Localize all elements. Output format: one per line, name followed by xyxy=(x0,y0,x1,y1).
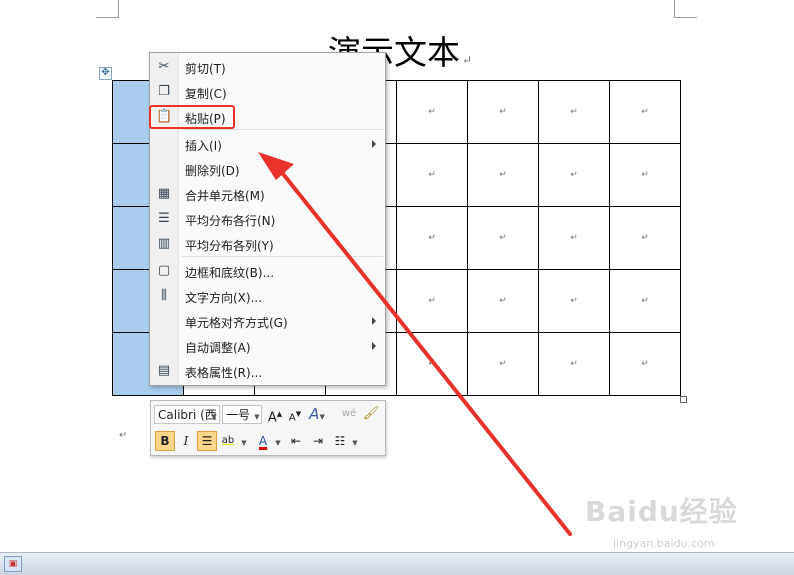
annotation-arrow xyxy=(258,152,572,536)
watermark-logo: Baidu经验 xyxy=(585,495,738,528)
watermark-url: jingyan.baidu.com xyxy=(613,537,715,550)
macro-record-icon[interactable]: ▣ xyxy=(4,556,22,572)
status-bar: ▣ xyxy=(0,552,794,575)
